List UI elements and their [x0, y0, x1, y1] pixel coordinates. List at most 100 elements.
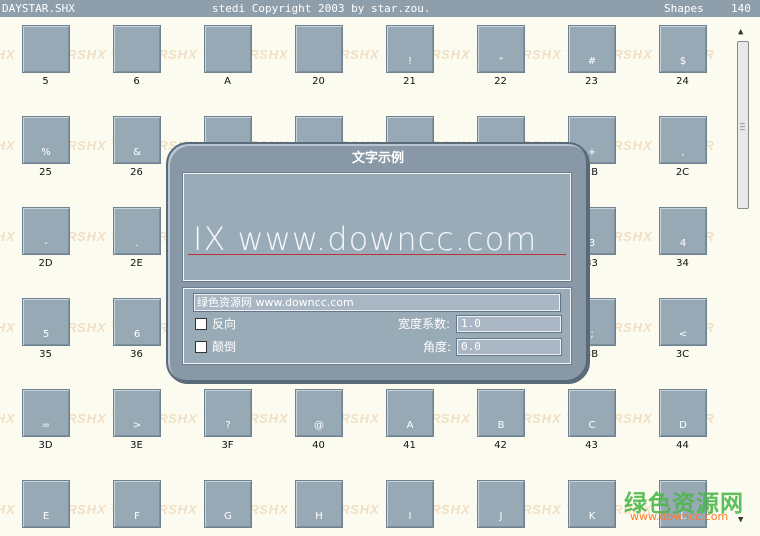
glyph-tile[interactable]: -	[22, 207, 70, 255]
glyph-tile[interactable]	[295, 25, 343, 73]
glyph-cell[interactable]: SHX VIEWER<3C	[623, 290, 728, 380]
glyph-cell[interactable]: SHX VIEWER-2D	[0, 199, 91, 289]
glyph-preview: 4	[679, 238, 687, 249]
glyph-cell[interactable]: SHX VIEWER@40	[259, 381, 364, 471]
glyph-cell[interactable]: SHX VIEWER!21	[350, 17, 455, 107]
glyph-code: 41	[403, 440, 416, 451]
upside-down-checkbox[interactable]	[195, 341, 207, 353]
dialog-title: 文字示例	[351, 151, 404, 166]
glyph-tile[interactable]: 6	[113, 298, 161, 346]
glyph-cell[interactable]: SHX VIEWERA	[168, 17, 273, 107]
sample-text-input[interactable]: 绿色资源网 www.downcc.com	[193, 293, 561, 312]
glyph-tile[interactable]	[204, 25, 252, 73]
reverse-label: 反向	[212, 317, 237, 331]
vertical-scrollbar[interactable]: ▲ — — — ▼	[736, 17, 760, 536]
glyph-preview: &	[133, 147, 141, 158]
baseline-line	[188, 254, 566, 255]
glyph-tile[interactable]: $	[659, 25, 707, 73]
options-panel: 绿色资源网 www.downcc.com 反向 颠倒 宽度系数: 1.0 角度:…	[182, 287, 572, 365]
glyph-tile[interactable]: ?	[204, 389, 252, 437]
glyph-cell[interactable]: SHX VIEWER5	[0, 17, 91, 107]
grip-icon: — — —	[740, 119, 745, 134]
glyph-code: 34	[676, 258, 689, 269]
glyph-code: 6	[133, 76, 140, 87]
glyph-cell[interactable]: SHX VIEWER%25	[0, 108, 91, 198]
glyph-cell[interactable]: SHX VIEWER535	[0, 290, 91, 380]
glyph-tile[interactable]: .	[113, 207, 161, 255]
width-factor-label: 宽度系数:	[398, 317, 451, 331]
glyph-tile[interactable]: %	[22, 116, 70, 164]
glyph-cell[interactable]: SHX VIEWER=3D	[0, 381, 91, 471]
glyph-cell[interactable]: SHX VIEWER434	[623, 199, 728, 289]
glyph-tile[interactable]: &	[113, 116, 161, 164]
glyph-cell[interactable]: SHX VIEWER20	[259, 17, 364, 107]
glyph-cell[interactable]: SHX VIEWER#23	[532, 17, 637, 107]
glyph-tile[interactable]: "	[477, 25, 525, 73]
glyph-cell[interactable]: SHX VIEWERC43	[532, 381, 637, 471]
glyph-tile[interactable]: J	[477, 480, 525, 528]
mode-label: Shapes	[664, 2, 704, 15]
glyph-preview: 6	[133, 329, 141, 340]
glyph-code: 20	[312, 76, 325, 87]
glyph-tile[interactable]: C	[568, 389, 616, 437]
glyph-tile[interactable]: K	[568, 480, 616, 528]
glyph-tile[interactable]: =	[22, 389, 70, 437]
brand-url: www.downcc.com	[630, 510, 729, 523]
glyph-tile[interactable]: !	[386, 25, 434, 73]
glyph-preview: @	[314, 420, 324, 431]
glyph-tile[interactable]: @	[295, 389, 343, 437]
scroll-up-arrow-icon[interactable]: ▲	[738, 27, 743, 37]
glyph-preview: =	[41, 420, 51, 431]
glyph-tile[interactable]: I	[386, 480, 434, 528]
glyph-cell[interactable]: SHX VIEWER$24	[623, 17, 728, 107]
glyph-cell[interactable]: SHX VIEWER>3E	[77, 381, 182, 471]
glyph-preview: -	[44, 238, 48, 249]
glyph-preview: J	[499, 511, 503, 522]
glyph-tile[interactable]: E	[22, 480, 70, 528]
glyph-tile[interactable]: A	[386, 389, 434, 437]
glyph-code: 40	[312, 440, 325, 451]
glyph-cell[interactable]: SHX VIEWER?3F	[168, 381, 273, 471]
glyph-tile[interactable]: B	[477, 389, 525, 437]
glyph-tile[interactable]	[22, 25, 70, 73]
glyph-tile[interactable]: G	[204, 480, 252, 528]
glyph-tile[interactable]: 4	[659, 207, 707, 255]
glyph-tile[interactable]	[113, 25, 161, 73]
glyph-preview: B	[497, 420, 505, 431]
glyph-tile[interactable]: >	[113, 389, 161, 437]
scroll-thumb[interactable]: — — —	[737, 41, 749, 209]
glyph-preview: K	[588, 511, 596, 522]
glyph-code: 21	[403, 76, 416, 87]
shape-count: 140	[731, 2, 751, 15]
glyph-preview: .	[135, 238, 139, 249]
glyph-preview: $	[679, 56, 687, 67]
glyph-preview: >	[132, 420, 142, 431]
glyph-cell[interactable]: SHX VIEWER6	[77, 17, 182, 107]
glyph-preview: %	[41, 147, 51, 158]
glyph-tile[interactable]: #	[568, 25, 616, 73]
glyph-tile[interactable]: D	[659, 389, 707, 437]
glyph-tile[interactable]: <	[659, 298, 707, 346]
glyph-preview: "	[498, 56, 504, 67]
glyph-code: 22	[494, 76, 507, 87]
glyph-cell[interactable]: SHX VIEWERB42	[441, 381, 546, 471]
glyph-preview: ?	[225, 420, 231, 431]
angle-input[interactable]: 0.0	[456, 338, 562, 356]
file-name: DAYSTAR.SHX	[2, 2, 75, 15]
glyph-preview: !	[407, 56, 412, 67]
glyph-preview: E	[42, 511, 50, 522]
glyph-preview: I	[408, 511, 412, 522]
glyph-tile[interactable]: H	[295, 480, 343, 528]
upside-down-label: 颠倒	[212, 340, 237, 354]
glyph-tile[interactable]: 5	[22, 298, 70, 346]
glyph-cell[interactable]: SHX VIEWERA41	[350, 381, 455, 471]
reverse-checkbox[interactable]	[195, 318, 207, 330]
glyph-cell[interactable]: SHX VIEWERD44	[623, 381, 728, 471]
glyph-cell[interactable]: SHX VIEWER,2C	[623, 108, 728, 198]
glyph-tile[interactable]: ,	[659, 116, 707, 164]
width-factor-input[interactable]: 1.0	[456, 315, 562, 333]
preview-text: IX www.downcc.com	[193, 220, 538, 258]
glyph-cell[interactable]: SHX VIEWER"22	[441, 17, 546, 107]
glyph-tile[interactable]: F	[113, 480, 161, 528]
glyph-code: 24	[676, 76, 689, 87]
